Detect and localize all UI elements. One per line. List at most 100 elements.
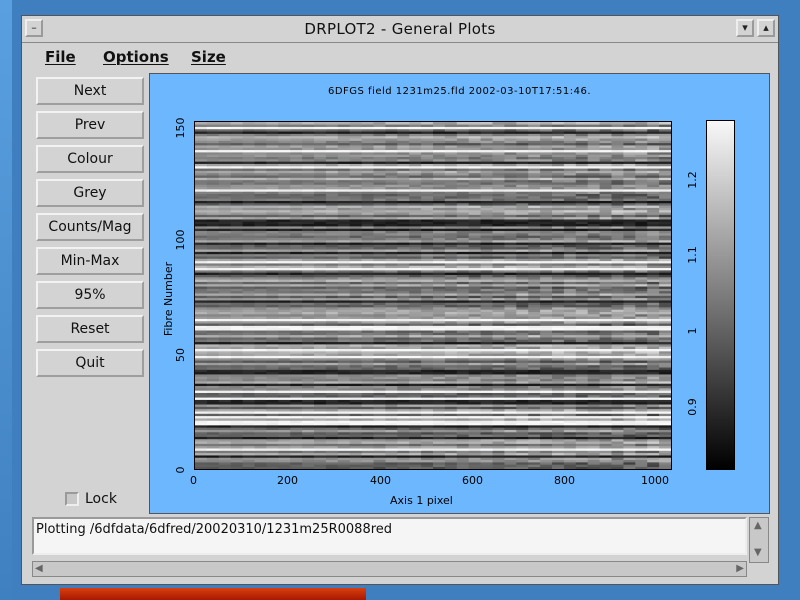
heatmap-cell <box>635 411 648 414</box>
heatmap-cell <box>623 404 636 407</box>
menu-options[interactable]: Options <box>103 48 169 66</box>
minimize-button[interactable]: ▾ <box>736 19 754 37</box>
heatmap-cell <box>480 413 493 417</box>
heatmap-cell <box>302 436 315 440</box>
heatmap-cell <box>563 392 577 396</box>
heatmap-cell <box>349 388 363 391</box>
heatmap-cell <box>587 212 601 215</box>
heatmap-cell <box>397 327 410 331</box>
heatmap-cell <box>599 392 612 396</box>
heatmap-cell <box>206 399 220 403</box>
colour-button[interactable]: Colour <box>36 145 144 173</box>
min-max-button[interactable]: Min-Max <box>36 247 144 275</box>
heatmap-cell <box>230 233 244 236</box>
heatmap-cell <box>456 233 470 236</box>
heatmap-cell <box>385 369 398 373</box>
heatmap-cell <box>314 401 327 405</box>
heatmap-cell <box>349 401 363 405</box>
heatmap-cell <box>242 228 255 232</box>
heatmap-cell <box>290 397 303 400</box>
heatmap-cell <box>373 216 386 220</box>
heatmap-cell <box>314 242 327 245</box>
heatmap-cell <box>635 283 648 287</box>
reset-button[interactable]: Reset <box>36 315 144 343</box>
heatmap-cell <box>659 272 671 275</box>
heatmap-cell <box>349 219 363 222</box>
heatmap-cell <box>504 200 517 204</box>
heatmap-cell <box>444 207 458 211</box>
menu-file[interactable]: File <box>45 48 76 66</box>
heatmap-cell <box>635 191 648 195</box>
lock-checkbox[interactable]: Lock <box>65 491 117 507</box>
grey-button[interactable]: Grey <box>36 179 144 207</box>
heatmap-cell <box>659 244 671 248</box>
heatmap-cell <box>302 304 315 308</box>
heatmap-cell <box>433 443 446 447</box>
heatmap-cell <box>635 438 648 442</box>
maximize-button[interactable]: ▴ <box>757 19 775 37</box>
heatmap-cell <box>516 302 529 306</box>
heatmap-cell <box>659 357 671 361</box>
heatmap-cell <box>409 376 422 380</box>
counts-mag-button[interactable]: Counts/Mag <box>36 213 144 241</box>
heatmap-cell <box>433 429 446 433</box>
heatmap-cell <box>575 411 589 414</box>
heatmap-cell <box>385 196 398 199</box>
quit-button[interactable]: Quit <box>36 349 144 377</box>
next-button[interactable]: Next <box>36 77 144 105</box>
heatmap-cell <box>444 260 458 264</box>
heatmap-cell <box>492 221 505 225</box>
heatmap-cell <box>397 237 410 241</box>
heatmap-cell <box>659 198 671 201</box>
heatmap-cell <box>516 344 529 347</box>
heatmap-cell <box>504 267 517 271</box>
heatmap-cell <box>492 355 505 359</box>
heatmap-cell <box>278 288 291 292</box>
heatmap-cell <box>433 457 446 461</box>
heatmap-cell <box>635 443 648 447</box>
heatmap-cell <box>611 364 624 368</box>
heatmap-cell <box>314 327 327 331</box>
fibre-image[interactable] <box>194 121 672 470</box>
heatmap-cell <box>456 346 470 349</box>
heatmap-cell <box>456 438 470 442</box>
heatmap-cell <box>540 202 553 206</box>
heatmap-cell <box>385 251 398 255</box>
heatmap-cell <box>254 422 267 426</box>
heatmap-cell <box>230 304 244 308</box>
heatmap-cell <box>373 388 386 391</box>
heatmap-cell <box>659 202 671 206</box>
heatmap-cell <box>278 346 291 349</box>
heatmap-cell <box>337 392 351 396</box>
heatmap-cell <box>516 323 529 326</box>
heatmap-cell <box>540 283 553 287</box>
heatmap-cell <box>337 205 351 208</box>
heatmap-cell <box>349 297 363 301</box>
heatmap-cell <box>563 216 577 220</box>
heatmap-cell <box>492 348 505 352</box>
heatmap-cell <box>397 404 410 407</box>
heatmap-cell <box>278 189 291 192</box>
heatmap-cell <box>254 302 267 306</box>
heatmap-cell <box>302 362 315 366</box>
heatmap-cell <box>611 445 624 449</box>
prev-button[interactable]: Prev <box>36 111 144 139</box>
heatmap-cell <box>409 415 422 419</box>
heatmap-cell <box>552 302 565 306</box>
heatmap-cell <box>563 237 577 241</box>
title-bar[interactable]: – DRPLOT2 - General Plots ▾ ▴ <box>22 16 778 43</box>
heatmap-cell <box>480 425 493 428</box>
heatmap-cell <box>325 374 339 377</box>
heatmap-cell <box>492 207 505 211</box>
heatmap-cell <box>290 276 303 280</box>
heatmap-cell <box>611 265 624 269</box>
menu-size[interactable]: Size <box>191 48 226 66</box>
heatmap-cell <box>397 202 410 206</box>
heatmap-cell <box>206 351 220 354</box>
percent-95-button[interactable]: 95% <box>36 281 144 309</box>
heatmap-cell <box>337 256 351 259</box>
heatmap-cell <box>611 351 624 354</box>
heatmap-cell <box>242 260 255 264</box>
heatmap-cell <box>206 443 220 447</box>
heatmap-cell <box>444 253 458 257</box>
